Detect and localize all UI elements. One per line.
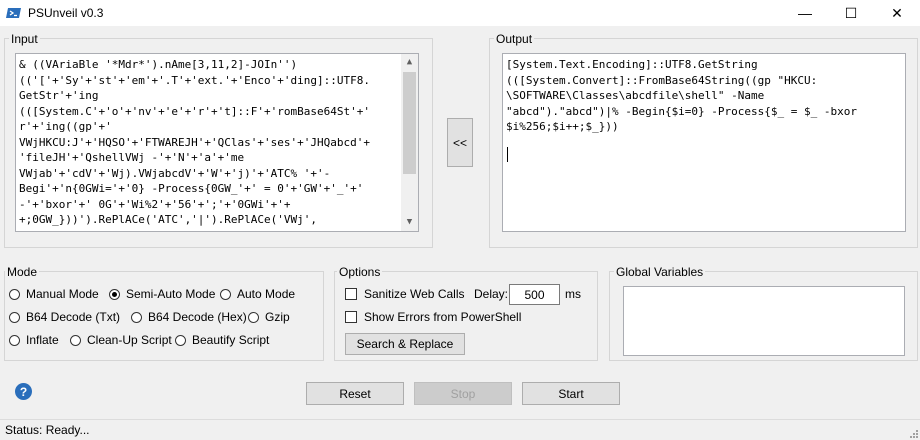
radio-clean-up-script[interactable]: Clean-Up Script <box>70 332 172 348</box>
mode-label: Mode <box>5 265 40 279</box>
text-line: VWjab'+'cdV'+'Wj).VWjabcdV'+'W'+'j)'+'AT… <box>19 166 331 180</box>
minimize-icon: — <box>798 5 812 21</box>
powershell-icon <box>6 8 21 18</box>
text-line: "abcd")."abcd")|% -Begin{$i=0} -Process{… <box>506 104 857 118</box>
text-line: Begi'+'n{0GWi='+'0} -Process{0GW_'+' = 0… <box>19 182 364 195</box>
radio-circle <box>248 311 259 323</box>
input-text: & ((VAriaBle '*Mdr*').nAme[3,11,2]-JOIn'… <box>19 57 370 232</box>
show-errors-checkbox[interactable]: Show Errors from PowerShell <box>345 309 521 325</box>
text-line: & ((VAriaBle '*Mdr*').nAme[3,11,2]-JOIn'… <box>19 58 298 71</box>
radio-b64-decode-hex[interactable]: B64 Decode (Hex) <box>131 309 247 325</box>
radio-circle <box>109 288 120 300</box>
radio-selected-dot <box>112 291 117 297</box>
text-caret <box>507 147 508 162</box>
delay-value: 500 <box>524 287 545 302</box>
delay-label: Delay: <box>474 287 509 301</box>
show-errors-label: Show Errors from PowerShell <box>364 310 522 324</box>
close-icon: ✕ <box>891 4 903 21</box>
resize-grip-icon[interactable] <box>908 428 918 438</box>
scroll-up-icon[interactable]: ▲ <box>401 54 418 71</box>
radio-label: Manual Mode <box>26 287 99 301</box>
scroll-down-icon[interactable]: ▼ <box>401 214 418 231</box>
delay-unit: ms <box>565 287 581 301</box>
radio-circle <box>70 334 81 346</box>
radio-label: B64 Decode (Txt) <box>26 310 121 324</box>
radio-beautify-script[interactable]: Beautify Script <box>175 332 269 348</box>
stop-label: Stop <box>450 386 476 401</box>
text-line: r'+'ing((gp'+' <box>19 120 112 133</box>
text-line: [STRING][Char]34).RePlACe <box>19 228 370 232</box>
radio-inflate[interactable]: Inflate <box>9 332 59 348</box>
checkbox-box <box>345 311 357 323</box>
text-line: (([System.C'+'o'+'nv'+'e'+'r'+'t]::F'+'r… <box>19 104 370 118</box>
output-text: [System.Text.Encoding]::UTF8.GetString((… <box>506 57 857 135</box>
text-line: (('['+'Sy'+'st'+'em'+'.T'+'ext.'+'Enco'+… <box>19 73 370 87</box>
radio-b64-decode-txt[interactable]: B64 Decode (Txt) <box>9 309 120 325</box>
scroll-thumb[interactable] <box>403 72 416 174</box>
text-line: VWjHKCU:J'+'HQSO'+'FTWAREJH'+'QClas'+'se… <box>19 135 370 149</box>
text-line: $i%256;$i++;$_})) <box>506 120 619 133</box>
title-bar: PSUnveil v0.3 — ☐ ✕ <box>0 0 920 26</box>
radio-auto-mode[interactable]: Auto Mode <box>220 286 295 302</box>
stop-button[interactable]: Stop <box>414 382 512 405</box>
radio-label: Inflate <box>26 333 59 347</box>
sanitize-web-calls-label: Sanitize Web Calls <box>364 287 465 301</box>
global-variables-textbox[interactable] <box>623 286 905 356</box>
radio-label: Clean-Up Script <box>87 333 172 347</box>
radio-circle <box>131 311 142 323</box>
help-glyph: ? <box>19 384 28 399</box>
input-textbox[interactable]: & ((VAriaBle '*Mdr*').nAme[3,11,2]-JOIn'… <box>15 53 419 232</box>
radio-label: Semi-Auto Mode <box>126 287 216 301</box>
close-button[interactable]: ✕ <box>874 0 920 26</box>
radio-semi-auto-mode[interactable]: Semi-Auto Mode <box>109 286 215 302</box>
text-line: 'fileJH'+'QshellVWj -'+'N'+'a'+'me <box>19 151 245 164</box>
radio-gzip[interactable]: Gzip <box>248 309 290 325</box>
minimize-button[interactable]: — <box>782 0 828 26</box>
copy-button-label: << <box>452 135 467 150</box>
text-line: -'+'bxor'+' 0G'+'Wi%2'+'56'+';'+'0GWi'+'… <box>19 197 291 211</box>
status-bar: Status: Ready... <box>0 419 920 440</box>
global-variables-label: Global Variables <box>614 265 706 279</box>
reset-button[interactable]: Reset <box>306 382 404 405</box>
maximize-button[interactable]: ☐ <box>828 0 874 26</box>
search-replace-button[interactable]: Search & Replace <box>345 333 465 355</box>
radio-circle <box>175 334 186 346</box>
text-line: (([System.Convert]::FromBase64String((gp… <box>506 73 818 87</box>
radio-manual-mode[interactable]: Manual Mode <box>9 286 99 302</box>
search-replace-label: Search & Replace <box>356 337 454 351</box>
checkbox-box <box>345 288 357 300</box>
output-textbox[interactable]: [System.Text.Encoding]::UTF8.GetString((… <box>502 53 906 232</box>
text-line: \SOFTWARE\Classes\abcdfile\shell" -Name <box>506 89 765 102</box>
window-title: PSUnveil v0.3 <box>28 6 104 20</box>
radio-circle <box>9 311 20 323</box>
text-line: GetStr'+'ing <box>19 89 99 102</box>
radio-label: Gzip <box>265 310 290 324</box>
sanitize-web-calls-checkbox[interactable]: Sanitize Web Calls <box>345 286 465 302</box>
radio-label: B64 Decode (Hex) <box>148 310 247 324</box>
delay-input[interactable]: 500 <box>509 284 560 305</box>
reset-label: Reset <box>339 386 371 401</box>
text-line: [System.Text.Encoding]::UTF8.GetString <box>506 58 758 71</box>
input-label: Input <box>9 32 40 46</box>
start-button[interactable]: Start <box>522 382 620 405</box>
status-text: Status: Ready... <box>5 423 90 437</box>
start-label: Start <box>558 386 584 401</box>
radio-circle <box>9 334 20 346</box>
help-icon[interactable]: ? <box>15 383 32 400</box>
maximize-icon: ☐ <box>844 4 858 21</box>
radio-label: Beautify Script <box>192 333 270 347</box>
text-line: +;0GW_}))').RePlACe('ATC','|').RePlACe('… <box>19 213 318 226</box>
options-label: Options <box>337 265 383 279</box>
radio-circle <box>220 288 231 300</box>
radio-label: Auto Mode <box>237 287 296 301</box>
input-scrollbar[interactable]: ▲ ▼ <box>401 54 418 231</box>
radio-circle <box>9 288 20 300</box>
copy-output-to-input-button[interactable]: << <box>447 118 473 167</box>
output-label: Output <box>494 32 535 46</box>
